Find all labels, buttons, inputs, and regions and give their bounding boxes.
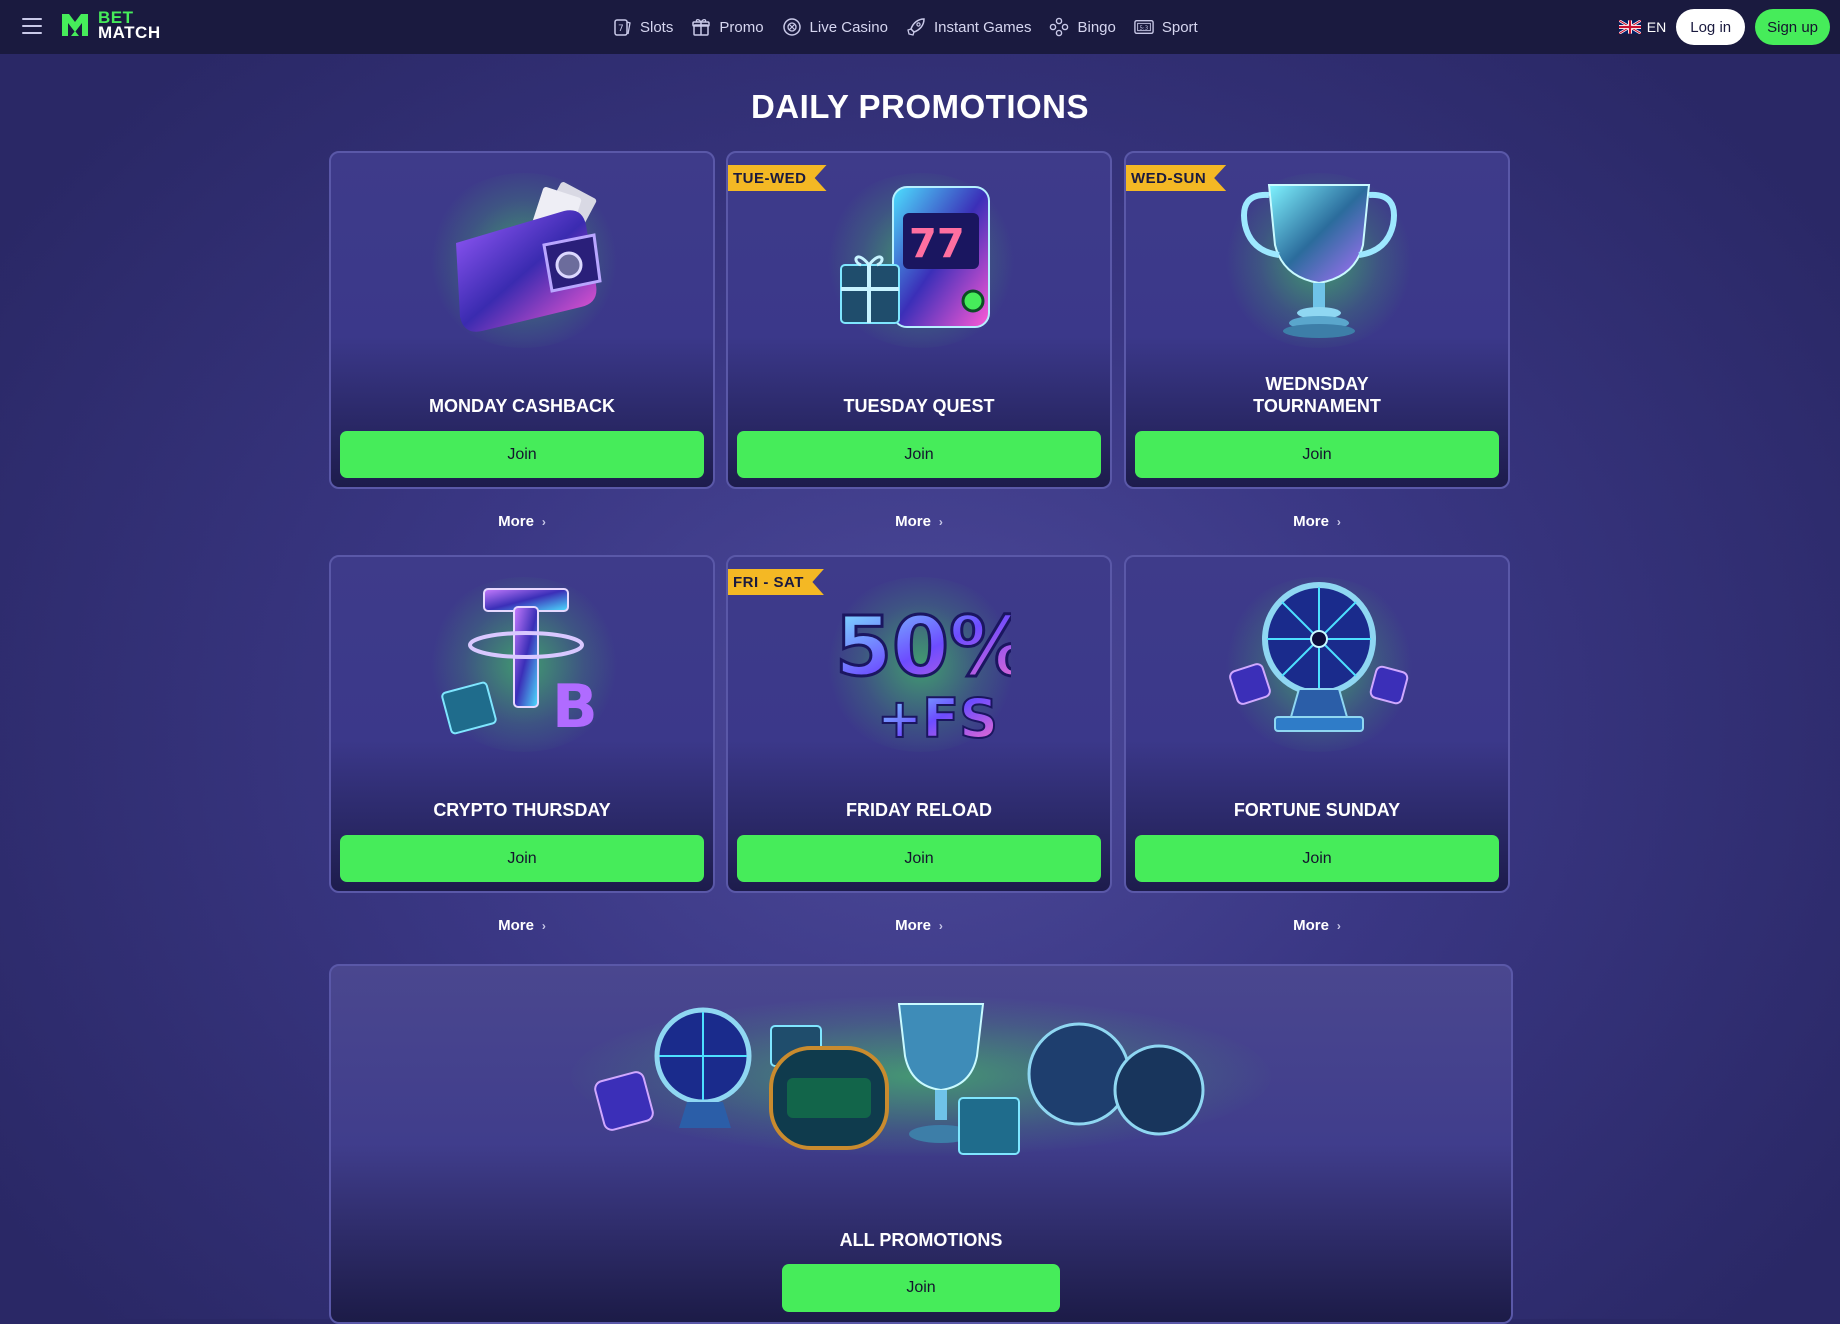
date-badge: FRI - SAT — [728, 569, 824, 595]
scoreboard-icon: 5:3 — [1134, 19, 1154, 35]
trophy-icon — [1241, 184, 1397, 338]
nav-item-sport[interactable]: 5:3 Sport — [1134, 17, 1198, 37]
promo-card-monday-cashback: MONDAY CASHBACK Join — [329, 151, 715, 489]
chevron-right-icon: › — [938, 515, 943, 529]
fortune-wheel-icon — [1229, 582, 1409, 732]
promo-title: TUESDAY QUEST — [843, 396, 995, 416]
svg-text:50%: 50% — [835, 600, 1011, 695]
chevron-right-icon: › — [541, 515, 546, 529]
more-link-fortune-sunday[interactable]: More › — [1124, 917, 1510, 934]
svg-text:5:3: 5:3 — [1139, 25, 1148, 31]
more-link-friday-reload[interactable]: More › — [726, 917, 1112, 934]
chevron-right-icon: › — [938, 919, 943, 933]
main-nav: 7 Slots Promo Live Casino Instant Games … — [612, 0, 1198, 54]
bingo-balls-icon — [1050, 17, 1069, 37]
join-button[interactable]: Join — [340, 431, 704, 478]
nav-label: Bingo — [1077, 18, 1116, 36]
nav-item-live-casino[interactable]: Live Casino — [782, 17, 888, 37]
hamburger-menu-icon[interactable] — [22, 18, 42, 34]
logo-text-bottom: MATCH — [98, 23, 161, 42]
join-button[interactable]: Join — [340, 835, 704, 882]
svg-text:B: B — [552, 672, 598, 742]
join-button[interactable]: Join — [1135, 431, 1499, 478]
promo-card-tuesday-quest: 77 TUE-WED TUESDAY QUEST Join — [726, 151, 1112, 489]
nav-label: Promo — [719, 18, 764, 36]
slot-machine-icon: 77 — [840, 186, 990, 328]
svg-text:77: 77 — [909, 221, 965, 267]
chevron-right-icon: › — [541, 919, 546, 933]
chevron-right-icon: › — [1336, 515, 1341, 529]
gift-icon — [692, 19, 711, 36]
promo-title: ALL PROMOTIONS — [839, 1230, 1003, 1250]
logo-mark-icon — [62, 14, 88, 36]
join-button[interactable]: Join — [782, 1264, 1060, 1312]
more-label: More — [498, 513, 534, 530]
chevron-right-icon: › — [1336, 919, 1341, 933]
nav-item-instant-games[interactable]: Instant Games — [906, 17, 1032, 37]
more-label: More — [1293, 917, 1329, 934]
uk-flag-icon — [1618, 20, 1641, 34]
promo-title: CRYPTO THURSDAY — [433, 800, 611, 820]
promo-title: WEDNSDAY TOURNAMENT — [1253, 374, 1381, 416]
top-navigation-bar: BET MATCH 7 Slots Promo Live Casino Inst… — [0, 0, 1840, 54]
join-button[interactable]: Join — [737, 835, 1101, 882]
nav-label: Instant Games — [933, 18, 1032, 36]
language-selector[interactable]: EN — [1618, 19, 1667, 35]
promo-title: FRIDAY RELOAD — [845, 800, 993, 820]
logo-text: BET MATCH — [98, 9, 161, 42]
nav-item-bingo[interactable]: Bingo — [1049, 17, 1116, 37]
nav-label: Sport — [1161, 18, 1198, 36]
slot-card-icon: 7 — [614, 19, 631, 36]
date-badge: WED-SUN — [1126, 165, 1227, 191]
promo-title: MONDAY CASHBACK — [428, 396, 616, 416]
more-label: More — [498, 917, 534, 934]
more-link-wednesday-tournament[interactable]: More › — [1124, 513, 1510, 530]
nav-item-slots[interactable]: 7 Slots — [612, 17, 673, 37]
language-code: EN — [1646, 19, 1667, 35]
promo-card-wednesday-tournament: WED-SUN WEDNSDAY TOURNAMENT Join — [1124, 151, 1510, 489]
promo-card-all-promotions: ALL PROMOTIONS Join — [329, 964, 1513, 1324]
svg-text:+FS: +FS — [877, 687, 998, 750]
promo-card-fortune-sunday: FORTUNE SUNDAY Join — [1124, 555, 1510, 893]
page-title: DAILY PROMOTIONS — [750, 88, 1090, 125]
promo-title: FORTUNE SUNDAY — [1233, 800, 1401, 820]
svg-text:7: 7 — [618, 24, 624, 34]
rocket-icon — [907, 18, 925, 36]
header-actions: EN Log in Sign up — [1618, 9, 1830, 45]
nav-label: Live Casino — [809, 18, 888, 36]
casino-chip-icon — [782, 18, 801, 36]
fifty-percent-free-spins-icon: 50% +FS — [834, 599, 1012, 752]
more-label: More — [895, 513, 931, 530]
more-label: More — [895, 917, 931, 934]
more-link-tuesday-quest[interactable]: More › — [726, 513, 1112, 530]
more-link-monday-cashback[interactable]: More › — [329, 513, 715, 530]
betmatch-logo[interactable]: BET MATCH — [60, 9, 161, 42]
date-badge: TUE-WED — [728, 165, 827, 191]
signup-button[interactable]: Sign up — [1755, 9, 1830, 45]
more-link-crypto-thursday[interactable]: More › — [329, 917, 715, 934]
nav-label: Slots — [640, 18, 674, 36]
nav-item-promo[interactable]: Promo — [691, 17, 764, 37]
login-button[interactable]: Log in — [1676, 9, 1746, 45]
promo-card-friday-reload: 50% +FS FRI - SAT FRIDAY RELOAD Join — [726, 555, 1112, 893]
promo-card-crypto-thursday: B CRYPTO THURSDAY Join — [329, 555, 715, 893]
join-button[interactable]: Join — [1135, 835, 1499, 882]
join-button[interactable]: Join — [737, 431, 1101, 478]
casino-collage-icon — [594, 1003, 1205, 1155]
wallet-icon — [456, 182, 602, 332]
more-label: More — [1293, 513, 1329, 530]
crypto-coins-icon: B — [441, 588, 598, 742]
